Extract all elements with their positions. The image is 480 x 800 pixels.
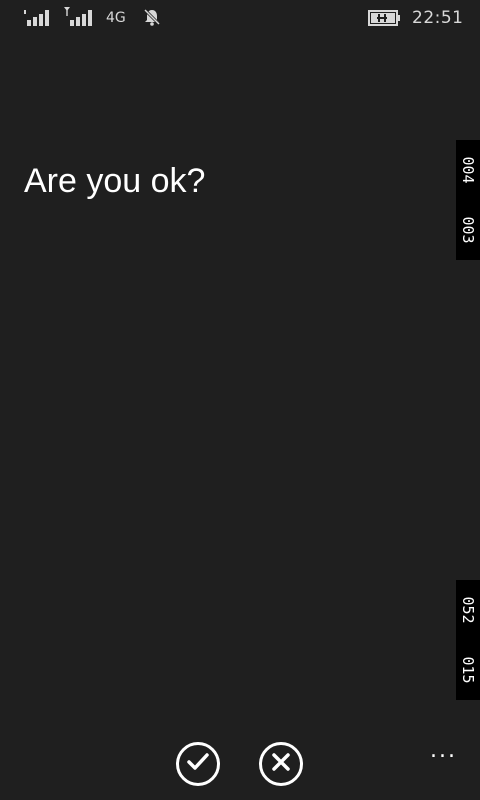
counter-value: 052	[459, 596, 477, 624]
counter-value: 015	[459, 656, 477, 684]
clock: 22:51	[412, 8, 464, 28]
counter-value: 004	[459, 156, 477, 184]
side-counter-bottom: 052 015	[456, 580, 480, 700]
confirm-button[interactable]	[176, 742, 220, 786]
checkmark-icon	[185, 749, 211, 779]
signal-strength-icon	[24, 6, 54, 32]
close-icon	[270, 751, 292, 777]
battery-charging-icon	[368, 9, 402, 31]
bell-muted-icon	[142, 7, 162, 31]
counter-value: 003	[459, 216, 477, 244]
cancel-button[interactable]	[259, 742, 303, 786]
more-options-button[interactable]: ...	[430, 738, 457, 763]
page-title: Are you ok?	[24, 162, 206, 200]
signal-strength-roaming-icon	[64, 6, 96, 32]
app-bar: ...	[0, 728, 480, 800]
network-type-label: 4G	[106, 10, 126, 26]
side-counter-top: 004 003	[456, 140, 480, 260]
status-bar: 4G 22:51	[0, 0, 480, 36]
